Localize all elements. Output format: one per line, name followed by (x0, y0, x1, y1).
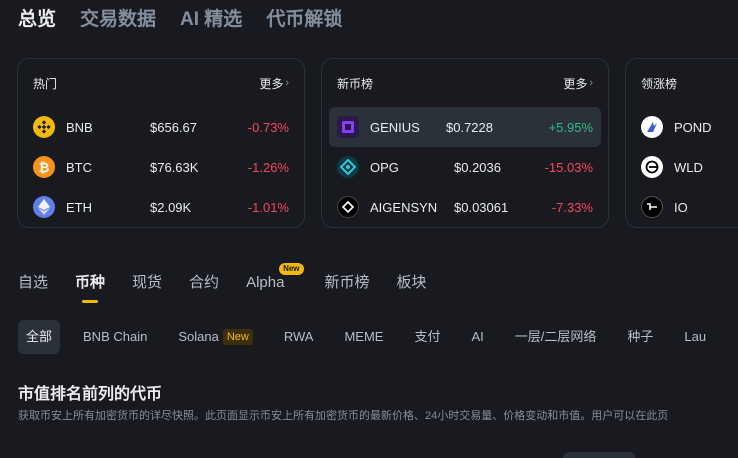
tab-alpha-label: Alpha (246, 274, 285, 291)
tab-futures[interactable]: 合约 (189, 272, 219, 294)
card-title: 新币榜 (337, 76, 374, 91)
category-chips: 全部 BNB Chain Solana New RWA MEME 支付 AI 一… (18, 320, 729, 354)
chevron-right-icon: › (589, 77, 593, 89)
section-title: 市值排名前列的代币 (18, 386, 163, 403)
chip-all[interactable]: 全部 (18, 320, 61, 354)
coin-symbol: AIGENSYN (370, 199, 438, 215)
coin-symbol: GENIUS (370, 119, 420, 135)
more-label: 更多 (259, 76, 284, 91)
chip-payment[interactable]: 支付 (406, 320, 448, 354)
chip-layer1-layer2[interactable]: 一层/二层网络 (507, 320, 605, 354)
coin-row[interactable]: ₿ BTC $76.63K -1.26% (33, 147, 289, 187)
genius-icon (337, 116, 359, 138)
card-title: 热门 (33, 76, 58, 91)
coin-change: -7.33% (551, 199, 593, 215)
btc-icon: ₿ (33, 156, 55, 178)
coin-symbol: OPG (370, 159, 399, 175)
eth-icon (33, 196, 55, 218)
coin-symbol: WLD (674, 159, 703, 175)
tab-trading-data[interactable]: 交易数据 (80, 8, 156, 32)
new-coins-card: 新币榜 更多 › GENIUS $0.7228 +5.95% OPG $0.203… (321, 58, 609, 228)
gainers-card: 领涨榜 POND WLD IO (625, 58, 738, 228)
coin-symbol: BNB (66, 119, 93, 135)
coin-row[interactable]: AIGENSYN $0.03061 -7.33% (337, 187, 593, 227)
coin-change: +5.95% (548, 119, 593, 135)
coin-row[interactable]: ETH $2.09K -1.01% (33, 187, 289, 227)
chip-seed[interactable]: 种子 (619, 320, 661, 354)
coin-price: $0.03061 (454, 199, 509, 215)
coin-row[interactable]: POND (641, 107, 723, 147)
coin-price: $2.09K (150, 199, 192, 215)
bnb-icon (33, 116, 55, 138)
chip-rwa[interactable]: RWA (276, 320, 322, 354)
coin-row[interactable]: OPG $0.2036 -15.03% (337, 147, 593, 187)
chip-launchpool[interactable]: Lau (676, 320, 714, 354)
coin-price: $656.67 (150, 119, 197, 135)
card-header: 热门 更多 › (33, 59, 289, 107)
more-link[interactable]: 更多 › (259, 75, 289, 92)
chip-solana[interactable]: Solana New (170, 320, 261, 354)
card-title: 领涨榜 (641, 76, 678, 91)
tab-favorites[interactable]: 自选 (18, 272, 48, 294)
aigensyn-icon (337, 196, 359, 218)
chip-ai[interactable]: AI (463, 320, 491, 354)
wld-icon (641, 156, 663, 178)
io-icon (641, 196, 663, 218)
coin-price: $0.7228 (446, 119, 493, 135)
tab-overview[interactable]: 总览 (18, 8, 56, 32)
coin-row[interactable]: BNB $656.67 -0.73% (33, 107, 289, 147)
coin-symbol: ETH (66, 199, 92, 215)
chip-solana-label: Solana (178, 329, 219, 344)
tab-sectors[interactable]: 板块 (396, 272, 426, 294)
floating-pill[interactable] (563, 452, 635, 458)
coin-symbol: POND (674, 119, 712, 135)
more-label: 更多 (563, 76, 588, 91)
card-header: 领涨榜 (641, 59, 723, 107)
coin-row[interactable]: WLD (641, 147, 723, 187)
tab-new-listings[interactable]: 新币榜 (324, 272, 369, 294)
coin-row[interactable]: GENIUS $0.7228 +5.95% (329, 107, 601, 147)
market-sub-tabs: 自选 币种 现货 合约 Alpha New 新币榜 板块 (18, 263, 453, 294)
coin-change: -0.73% (247, 119, 289, 135)
tab-spot[interactable]: 现货 (132, 272, 162, 294)
tab-coins[interactable]: 币种 (75, 272, 105, 294)
opg-icon (337, 156, 359, 178)
section-description: 获取币安上所有加密货币的详尽快照。此页面显示币安上所有加密货币的最新价格、24小… (18, 410, 669, 422)
chip-bnb-chain[interactable]: BNB Chain (75, 320, 155, 354)
coin-change: -1.01% (247, 199, 289, 215)
coin-price: $76.63K (150, 159, 199, 175)
chevron-right-icon: › (285, 77, 289, 89)
coin-price: $0.2036 (454, 159, 501, 175)
tab-alpha[interactable]: Alpha New (246, 263, 304, 294)
chip-meme[interactable]: MEME (336, 320, 391, 354)
hot-card: 热门 更多 › BNB $656.67 -0.73% ₿ BTC $76.63K … (17, 58, 305, 228)
top-tabs: 总览 交易数据 AI 精选 代币解锁 (18, 8, 342, 32)
tab-token-unlock[interactable]: 代币解锁 (266, 8, 342, 32)
coin-change: -15.03% (544, 159, 593, 175)
coin-symbol: BTC (66, 159, 92, 175)
card-header: 新币榜 更多 › (337, 59, 593, 107)
pond-icon (641, 116, 663, 138)
coin-change: -1.26% (247, 159, 289, 175)
coin-row[interactable]: IO (641, 187, 723, 227)
more-link[interactable]: 更多 › (563, 75, 593, 92)
tab-ai-picks[interactable]: AI 精选 (180, 8, 242, 32)
new-badge: New (222, 329, 253, 345)
coin-symbol: IO (674, 199, 688, 215)
new-badge: New (279, 263, 304, 275)
